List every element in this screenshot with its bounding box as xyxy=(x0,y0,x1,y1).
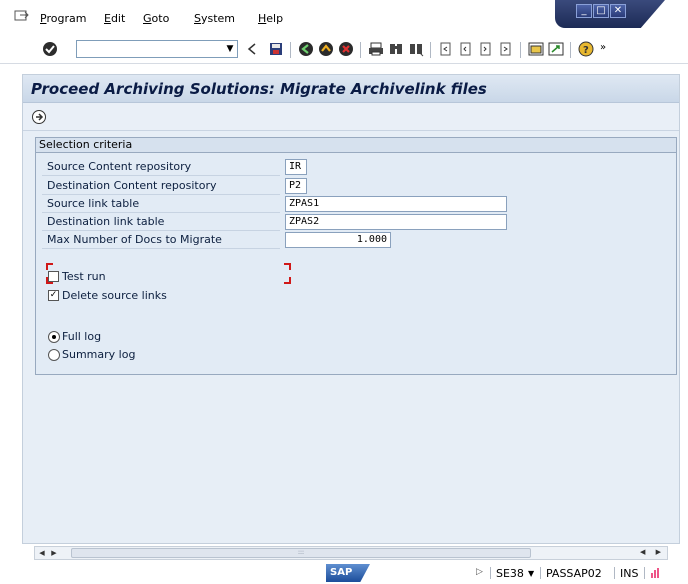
source-repository-label: Source Content repository xyxy=(42,159,280,176)
destination-link-table-label: Destination link table xyxy=(42,214,280,231)
server-name: PASSAP02 xyxy=(546,567,602,580)
green-back-icon[interactable] xyxy=(298,41,314,57)
menu-program[interactable]: Program xyxy=(40,12,86,25)
full-log-radio[interactable] xyxy=(48,331,60,343)
delete-source-links-checkbox[interactable]: ✓ xyxy=(48,290,59,301)
cancel-icon[interactable] xyxy=(338,41,354,57)
scroll-end-icons[interactable]: ◀ ▶ xyxy=(640,548,665,556)
max-docs-label: Max Number of Docs to Migrate xyxy=(42,232,280,249)
destination-link-table-input[interactable]: ZPAS2 xyxy=(285,214,507,230)
back-arrow-icon[interactable] xyxy=(244,41,260,57)
menu-icon[interactable] xyxy=(14,9,30,23)
find-next-icon[interactable] xyxy=(408,41,424,57)
status-toggle-icon[interactable]: ▷ xyxy=(476,567,483,577)
last-page-icon[interactable] xyxy=(498,41,514,57)
source-repository-input[interactable]: IR xyxy=(285,159,307,175)
menu-bar: Program Edit Goto System Help _ □ ✕ xyxy=(0,0,688,34)
title-bar: Proceed Archiving Solutions: Migrate Arc… xyxy=(23,75,679,103)
transaction-code[interactable]: SE38 xyxy=(496,567,524,580)
enter-icon[interactable] xyxy=(42,41,58,57)
marker-corner xyxy=(46,263,53,270)
test-run-label: Test run xyxy=(62,270,106,283)
next-page-icon[interactable] xyxy=(478,41,494,57)
page-title: Proceed Archiving Solutions: Migrate Arc… xyxy=(31,80,487,98)
maximize-icon[interactable]: □ xyxy=(593,4,609,18)
close-icon[interactable]: ✕ xyxy=(610,4,626,18)
selection-criteria-group: Selection criteria Source Content reposi… xyxy=(35,137,677,375)
sap-logo: SAP xyxy=(326,564,370,582)
menu-edit[interactable]: Edit xyxy=(104,12,125,25)
command-field[interactable] xyxy=(76,40,238,58)
status-indicator-icon xyxy=(651,568,659,578)
insert-mode: INS xyxy=(620,567,639,580)
shortcut-icon[interactable] xyxy=(548,41,564,57)
source-link-table-input[interactable]: ZPAS1 xyxy=(285,196,507,212)
summary-log-label: Summary log xyxy=(62,348,136,361)
standard-toolbar: ▼ ? » xyxy=(0,34,688,64)
horizontal-scrollbar[interactable]: ◀ ▶ ::: ◀ ▶ xyxy=(34,546,668,560)
marker-corner xyxy=(284,263,291,270)
status-bar: SAP ▷ SE38 ▼ PASSAP02 INS xyxy=(0,562,688,584)
more-icon[interactable]: » xyxy=(600,42,606,53)
menu-help[interactable]: Help xyxy=(258,12,283,25)
delete-source-links-label: Delete source links xyxy=(62,289,167,302)
prev-page-icon[interactable] xyxy=(458,41,474,57)
full-log-label: Full log xyxy=(62,330,102,343)
print-icon[interactable] xyxy=(368,41,384,57)
screen-frame: Proceed Archiving Solutions: Migrate Arc… xyxy=(22,74,680,544)
menu-goto[interactable]: Goto xyxy=(143,12,169,25)
source-link-table-label: Source link table xyxy=(42,196,280,213)
destination-repository-input[interactable]: P2 xyxy=(285,178,307,194)
help-icon[interactable]: ? xyxy=(578,41,594,57)
test-run-checkbox[interactable] xyxy=(48,271,59,282)
minimize-icon[interactable]: _ xyxy=(576,4,592,18)
group-title: Selection criteria xyxy=(36,138,676,153)
destination-repository-label: Destination Content repository xyxy=(42,178,280,195)
exit-icon[interactable] xyxy=(318,41,334,57)
scroll-right-icon[interactable]: ▶ xyxy=(49,548,59,558)
scroll-thumb[interactable]: ::: xyxy=(71,548,531,558)
application-toolbar xyxy=(23,103,679,131)
marker-corner xyxy=(284,277,291,284)
summary-log-radio[interactable] xyxy=(48,349,60,361)
menu-system[interactable]: System xyxy=(194,12,235,25)
save-icon[interactable] xyxy=(268,41,284,57)
svg-text:?: ? xyxy=(583,45,589,56)
scroll-left-icon[interactable]: ◀ xyxy=(37,548,47,558)
window-controls: _ □ ✕ xyxy=(555,0,688,28)
find-icon[interactable] xyxy=(388,41,404,57)
new-session-icon[interactable] xyxy=(528,41,544,57)
max-docs-input[interactable]: 1.000 xyxy=(285,232,391,248)
first-page-icon[interactable] xyxy=(438,41,454,57)
command-dropdown-icon[interactable]: ▼ xyxy=(222,40,238,58)
transaction-dropdown-icon[interactable]: ▼ xyxy=(528,569,534,578)
execute-icon[interactable] xyxy=(31,109,47,125)
